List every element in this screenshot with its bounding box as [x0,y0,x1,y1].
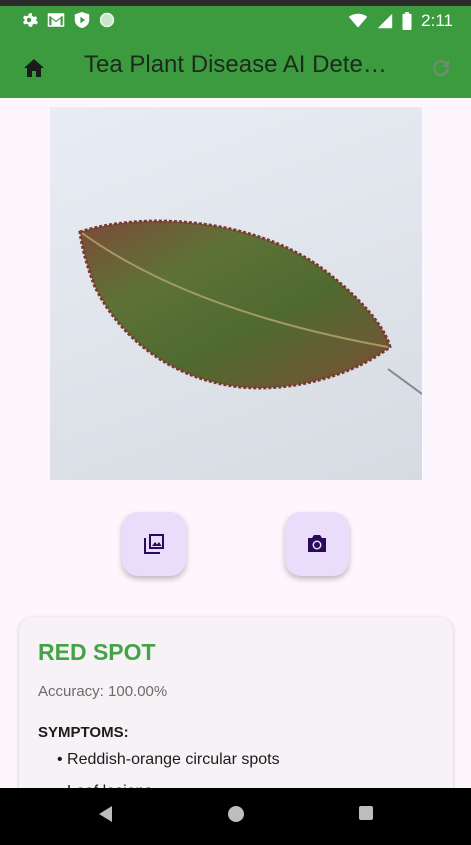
back-icon[interactable] [98,805,114,823]
circle-icon [99,12,115,28]
navigation-bar [0,788,471,845]
disease-name: RED SPOT [38,639,156,665]
settings-icon [23,13,38,27]
app-title: Tea Plant Disease AI Dete… [84,51,387,78]
tea-leaf-image [78,219,422,395]
battery-icon [402,12,412,30]
accuracy-text: Accuracy: 100.00% [38,683,168,700]
leaf-image-preview [50,107,422,480]
shield-play-icon [74,12,90,28]
status-icons-left [20,11,115,29]
status-bar-edge [0,0,471,6]
wifi-icon [349,13,368,28]
symptom-text: Reddish-orange circular spots [67,751,280,768]
refresh-icon[interactable] [429,56,453,80]
clock: 2:11 [421,11,453,30]
photo-library-icon [144,534,164,554]
gallery-button[interactable] [122,512,186,576]
home-circle-icon[interactable] [227,805,245,823]
recents-icon[interactable] [358,805,374,821]
status-icons-right: 2:11 [348,11,453,31]
status-bar: 2:11 [0,0,471,40]
symptom-item: • Reddish-orange circular spots [57,751,280,769]
bullet: • [57,751,68,768]
signal-icon [377,13,393,29]
camera-button[interactable] [285,512,349,576]
symptoms-heading: SYMPTOMS: [38,724,129,741]
app-bar: Tea Plant Disease AI Dete… [0,40,471,98]
camera-icon [308,535,326,552]
home-icon[interactable] [22,56,46,80]
gmail-icon [47,13,65,27]
